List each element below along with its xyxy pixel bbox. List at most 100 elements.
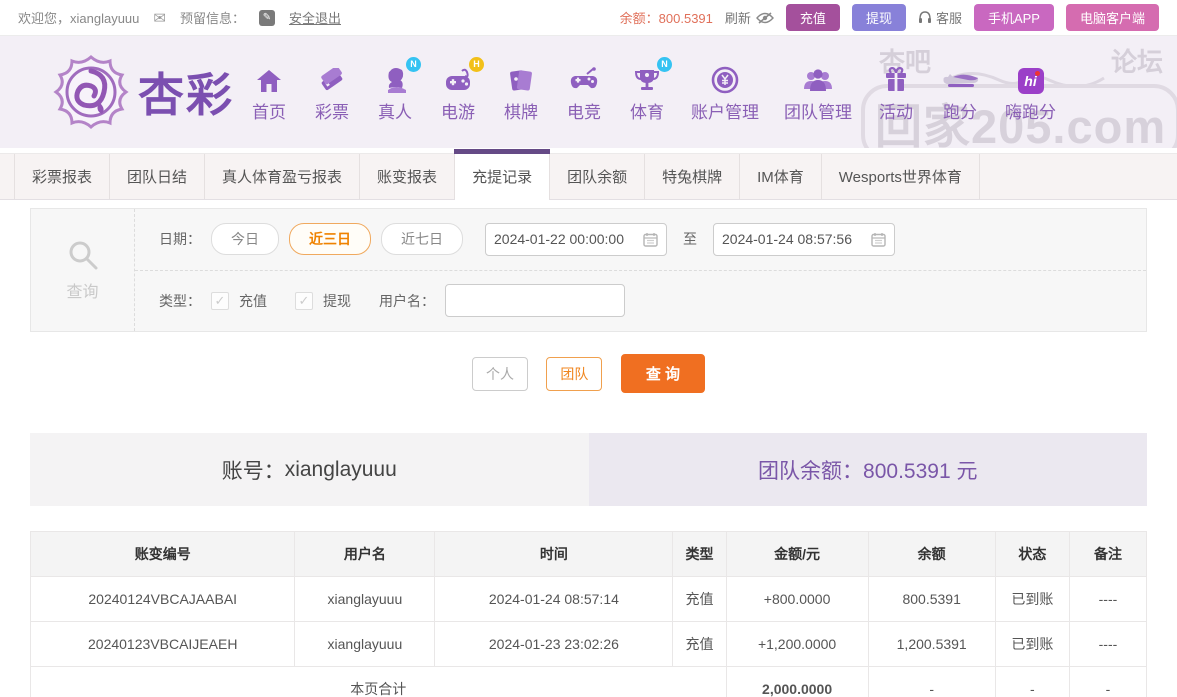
cell-username: xianglayuuu xyxy=(295,577,435,622)
tab-tetu-cards[interactable]: 特兔棋牌 xyxy=(645,154,740,199)
headset-icon xyxy=(918,11,932,24)
tab-team-daily[interactable]: 团队日结 xyxy=(110,154,205,199)
page-total-balance: - xyxy=(868,667,995,697)
cell-status: 已到账 xyxy=(995,577,1069,622)
refresh-button[interactable]: 刷新 xyxy=(725,8,774,27)
table-footer-row: 本页合计 2,000.0000 - - - xyxy=(31,667,1147,697)
nav-item-account-mgmt[interactable]: 账户管理 xyxy=(691,62,759,123)
page-total-amount: 2,000.0000 xyxy=(726,667,868,697)
page-total-label: 本页合计 xyxy=(31,667,727,697)
page-total-status: - xyxy=(995,667,1069,697)
personal-button[interactable]: 个人 xyxy=(472,357,528,391)
team-icon xyxy=(802,62,834,94)
nav-item-esports[interactable]: 电竞 xyxy=(565,62,603,123)
nav-item-promotions[interactable]: 活动 xyxy=(877,62,915,123)
nav-item-team-mgmt[interactable]: 团队管理 xyxy=(784,62,852,123)
nav-item-sports[interactable]: N 体育 xyxy=(628,62,666,123)
col-header-username: 用户名 xyxy=(295,532,435,577)
username-input[interactable] xyxy=(445,284,625,317)
deposit-checkbox-label: 充值 xyxy=(239,291,267,311)
nav-item-home[interactable]: 首页 xyxy=(250,62,288,123)
logo-emblem-icon xyxy=(52,53,130,131)
col-header-amount: 金额/元 xyxy=(726,532,868,577)
ticket-icon xyxy=(318,62,346,94)
tab-live-sports-pl[interactable]: 真人体育盈亏报表 xyxy=(205,154,360,199)
site-logo[interactable]: 杏彩 xyxy=(52,53,234,131)
mobile-app-button[interactable]: 手机APP xyxy=(974,4,1054,31)
coin-icon xyxy=(711,62,739,94)
col-header-remark: 备注 xyxy=(1069,532,1146,577)
person-icon: N xyxy=(380,62,410,94)
gift-icon xyxy=(883,62,909,94)
withdraw-checkbox-label: 提现 xyxy=(323,291,351,311)
cell-time: 2024-01-23 23:02:26 xyxy=(435,622,673,667)
tab-lottery-report[interactable]: 彩票报表 xyxy=(14,154,110,199)
cell-time: 2024-01-24 08:57:14 xyxy=(435,577,673,622)
quick-7days-button[interactable]: 近七日 xyxy=(381,223,463,255)
query-button[interactable]: 查 询 xyxy=(621,354,705,393)
cell-amount: +800.0000 xyxy=(726,577,868,622)
nav-item-egames[interactable]: H 电游 xyxy=(439,62,477,123)
col-header-change-id: 账变编号 xyxy=(31,532,295,577)
message-envelope-icon[interactable]: ✉ xyxy=(153,9,166,27)
cell-status: 已到账 xyxy=(995,622,1069,667)
team-balance-value: 800.5391 元 xyxy=(863,455,977,485)
tab-im-sports[interactable]: IM体育 xyxy=(740,154,822,199)
deposit-checkbox[interactable]: ✓ xyxy=(211,292,229,310)
cell-change-id: 20240123VBCAIJEAEH xyxy=(31,622,295,667)
gamepad-icon: H xyxy=(443,62,473,94)
username-label: 用户名： xyxy=(379,291,435,311)
hot-badge: H xyxy=(469,57,484,72)
date-from-input[interactable]: 2024-01-22 00:00:00 xyxy=(485,223,667,256)
main-nav: 首页 彩票 N 真人 H 电游 棋牌 xyxy=(250,62,1056,123)
trophy-icon: N xyxy=(633,62,661,94)
calendar-icon xyxy=(871,232,886,247)
table-header-row: 账变编号 用户名 时间 类型 金额/元 余额 状态 备注 xyxy=(31,532,1147,577)
edit-icon[interactable]: ✎ xyxy=(259,10,275,26)
quick-3days-button[interactable]: 近三日 xyxy=(289,223,371,255)
balance-value: 800.5391 xyxy=(659,11,713,26)
logo-text: 杏彩 xyxy=(138,59,234,125)
site-header: 杏彩 首页 彩票 N 真人 H 电游 xyxy=(0,36,1177,148)
date-to-input[interactable]: 2024-01-24 08:57:56 xyxy=(713,223,895,256)
new-badge: N xyxy=(406,57,421,72)
type-label: 类型： xyxy=(159,291,201,311)
nav-item-paofen[interactable]: 跑分 xyxy=(940,62,980,123)
quick-today-button[interactable]: 今日 xyxy=(211,223,279,255)
nav-item-hi-paofen[interactable]: hi 嗨跑分 xyxy=(1005,62,1056,123)
report-tabs: 彩票报表 团队日结 真人体育盈亏报表 账变报表 充提记录 团队余额 特兔棋牌 I… xyxy=(0,153,1177,200)
search-icon xyxy=(66,238,100,272)
tab-deposit-withdraw-records[interactable]: 充提记录 xyxy=(455,154,550,199)
cards-icon xyxy=(508,62,534,94)
rhino-icon xyxy=(940,62,980,94)
home-icon xyxy=(255,62,283,94)
nav-item-live[interactable]: N 真人 xyxy=(376,62,414,123)
customer-service-button[interactable]: 客服 xyxy=(918,8,962,27)
col-header-type: 类型 xyxy=(673,532,726,577)
tab-account-change[interactable]: 账变报表 xyxy=(360,154,455,199)
tab-team-balance[interactable]: 团队余额 xyxy=(550,154,645,199)
withdraw-button[interactable]: 提现 xyxy=(852,4,906,31)
filter-panel: 查询 日期： 今日 近三日 近七日 2024-01-22 00:00:00 至 xyxy=(30,208,1147,332)
team-balance: 团队余额：800.5391 元 xyxy=(589,433,1148,506)
cell-remark: ---- xyxy=(1069,622,1146,667)
nav-item-cards[interactable]: 棋牌 xyxy=(502,62,540,123)
account-number-value: xianglayuuu xyxy=(285,458,397,482)
pc-client-button[interactable]: 电脑客户端 xyxy=(1066,4,1159,31)
cell-username: xianglayuuu xyxy=(295,622,435,667)
team-button[interactable]: 团队 xyxy=(546,357,602,391)
cell-amount: +1,200.0000 xyxy=(726,622,868,667)
top-bar: 欢迎您，xianglayuuu ✉ 预留信息： ✎ 安全退出 余额：800.53… xyxy=(0,0,1177,36)
logout-link[interactable]: 安全退出 xyxy=(289,8,341,27)
table-row: 20240123VBCAIJEAEH xianglayuuu 2024-01-2… xyxy=(31,622,1147,667)
deposit-button[interactable]: 充值 xyxy=(786,4,840,31)
col-header-status: 状态 xyxy=(995,532,1069,577)
tab-wesports[interactable]: Wesports世界体育 xyxy=(822,154,980,199)
cell-type: 充值 xyxy=(673,622,726,667)
new-badge: N xyxy=(657,57,672,72)
records-table: 账变编号 用户名 时间 类型 金额/元 余额 状态 备注 20240124VBC… xyxy=(30,531,1147,697)
cell-remark: ---- xyxy=(1069,577,1146,622)
col-header-time: 时间 xyxy=(435,532,673,577)
nav-item-lottery[interactable]: 彩票 xyxy=(313,62,351,123)
withdraw-checkbox[interactable]: ✓ xyxy=(295,292,313,310)
